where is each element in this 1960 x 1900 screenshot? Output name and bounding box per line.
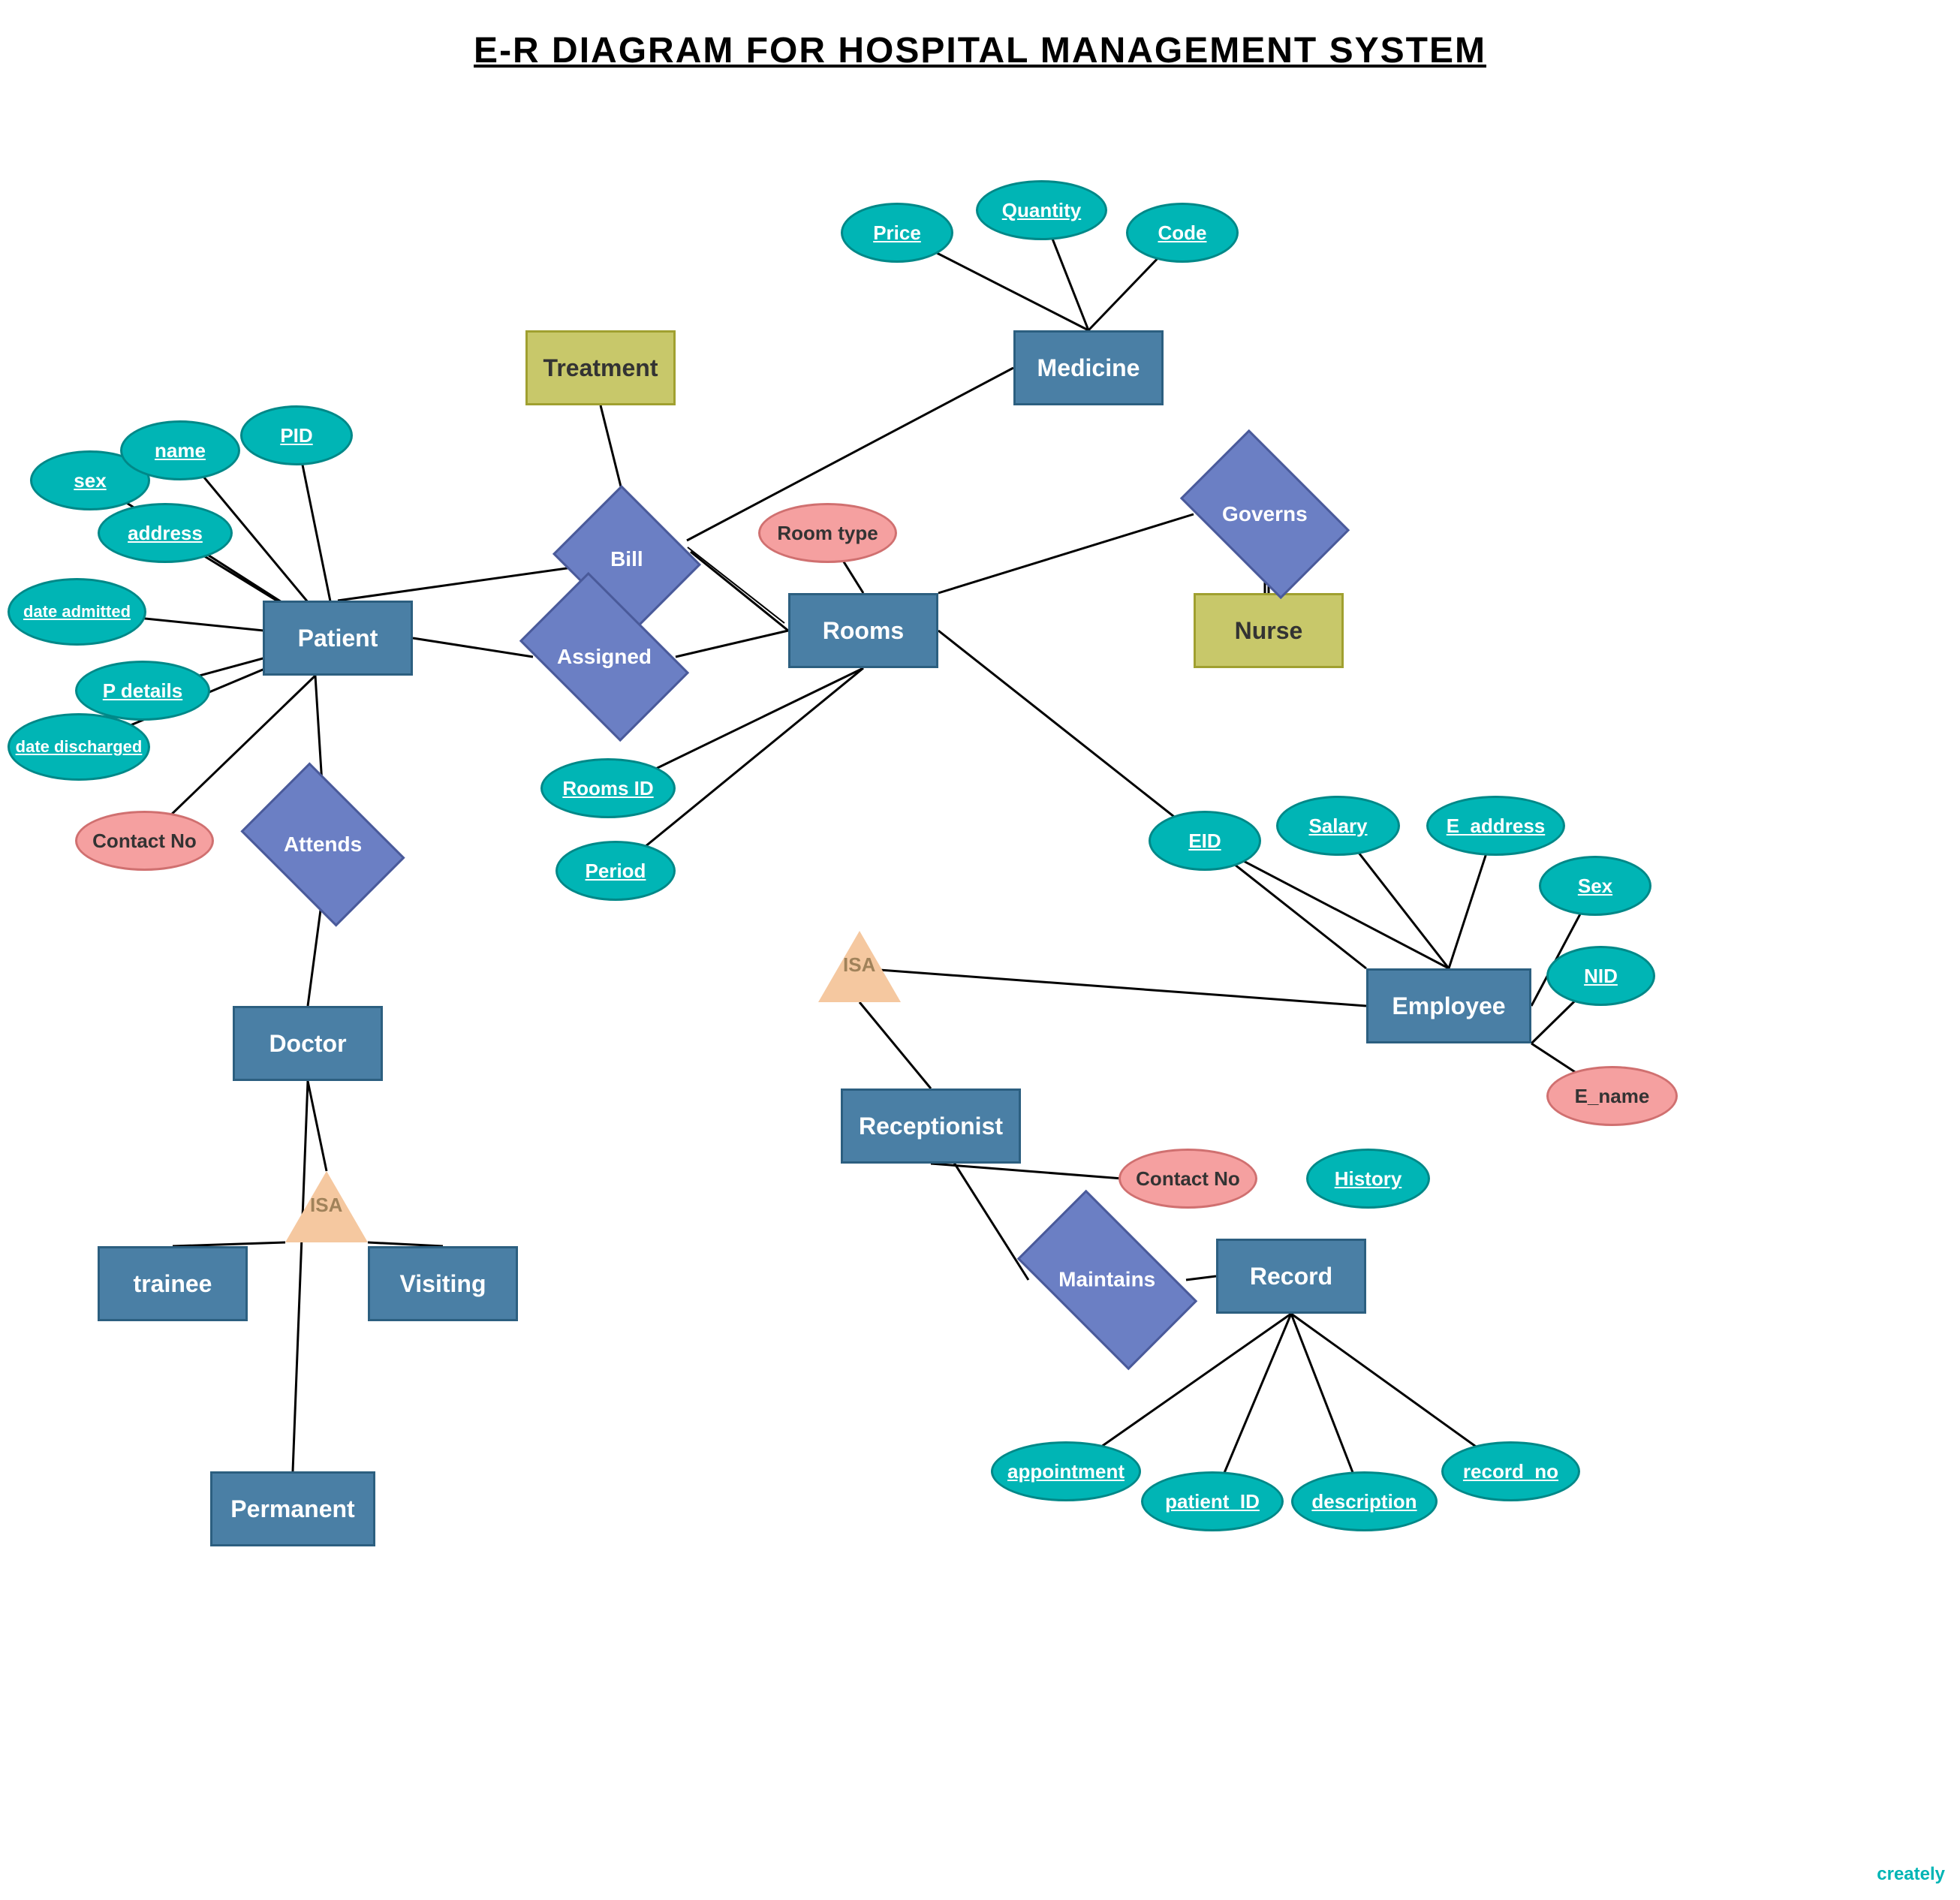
- entity-rooms-label: Rooms: [823, 617, 904, 645]
- attribute-emp-sex-label: Sex: [1578, 875, 1612, 898]
- relationship-maintains-label: Maintains: [1058, 1268, 1155, 1292]
- entity-permanent: Permanent: [210, 1471, 375, 1546]
- isa-employee-triangle: ISA: [818, 931, 901, 1002]
- attribute-pid: PID: [240, 405, 353, 465]
- entity-patient: Patient: [263, 601, 413, 676]
- attribute-salary-label: Salary: [1308, 815, 1367, 838]
- entity-doctor: Doctor: [233, 1006, 383, 1081]
- attribute-eid-label: EID: [1188, 830, 1221, 853]
- attribute-period: Period: [555, 841, 676, 901]
- relationship-assigned-label: Assigned: [557, 645, 652, 669]
- attribute-quantity-label: Quantity: [1002, 199, 1081, 222]
- attribute-record-no: record_no: [1441, 1441, 1580, 1501]
- relationship-assigned: Assigned: [533, 608, 676, 706]
- entity-doctor-label: Doctor: [269, 1030, 346, 1058]
- attribute-code-label: Code: [1158, 221, 1207, 245]
- entity-medicine: Medicine: [1013, 330, 1164, 405]
- relationship-governs-label: Governs: [1222, 502, 1308, 526]
- attribute-contact-no-receptionist: Contact No: [1118, 1149, 1257, 1209]
- attribute-record-no-label: record_no: [1463, 1460, 1558, 1483]
- attribute-patient-id-label: patient_ID: [1165, 1490, 1260, 1513]
- attribute-room-type-label: Room type: [777, 522, 878, 545]
- isa-doctor-label: ISA: [310, 1194, 342, 1217]
- attribute-rooms-id-label: Rooms ID: [562, 777, 653, 800]
- attribute-description-label: description: [1311, 1490, 1417, 1513]
- attribute-name-label: name: [155, 439, 206, 462]
- attribute-quantity: Quantity: [976, 180, 1107, 240]
- attribute-appointment-label: appointment: [1007, 1460, 1125, 1483]
- attribute-date-discharged-label: date discharged: [16, 737, 143, 757]
- attribute-rooms-id: Rooms ID: [540, 758, 676, 818]
- relationship-bill-label: Bill: [610, 547, 643, 571]
- entity-receptionist: Receptionist: [841, 1089, 1021, 1164]
- attribute-emp-sex: Sex: [1539, 856, 1651, 916]
- relationship-maintains: Maintains: [1028, 1231, 1186, 1329]
- attribute-contact-no-patient-label: Contact No: [92, 830, 197, 853]
- attribute-price-label: Price: [873, 221, 921, 245]
- attribute-description: description: [1291, 1471, 1438, 1531]
- attribute-room-type: Room type: [758, 503, 897, 563]
- attribute-nid: NID: [1546, 946, 1655, 1006]
- entity-permanent-label: Permanent: [230, 1495, 354, 1523]
- entity-patient-label: Patient: [298, 625, 378, 652]
- entity-treatment-label: Treatment: [543, 354, 658, 382]
- attribute-e-name: E_name: [1546, 1066, 1678, 1126]
- entity-employee-label: Employee: [1392, 992, 1505, 1020]
- attribute-p-details-label: P details: [103, 679, 182, 703]
- attribute-history-label: History: [1335, 1167, 1402, 1191]
- entity-receptionist-label: Receptionist: [859, 1113, 1003, 1140]
- entity-employee: Employee: [1366, 968, 1531, 1043]
- entity-nurse: Nurse: [1194, 593, 1344, 668]
- attribute-e-address: E_address: [1426, 796, 1565, 856]
- entity-visiting: Visiting: [368, 1246, 518, 1321]
- attribute-name: name: [120, 420, 240, 480]
- entity-rooms: Rooms: [788, 593, 938, 668]
- attribute-address-label: address: [128, 522, 203, 545]
- attribute-salary: Salary: [1276, 796, 1400, 856]
- entity-nurse-label: Nurse: [1235, 617, 1303, 645]
- attribute-history: History: [1306, 1149, 1430, 1209]
- attribute-code: Code: [1126, 203, 1239, 263]
- attribute-nid-label: NID: [1584, 965, 1618, 988]
- attribute-contact-no-receptionist-label: Contact No: [1136, 1167, 1240, 1191]
- entity-treatment: Treatment: [525, 330, 676, 405]
- attribute-date-admitted: date admitted: [8, 578, 146, 646]
- entity-record: Record: [1216, 1239, 1366, 1314]
- attribute-e-address-label: E_address: [1447, 815, 1546, 838]
- attribute-p-details: P details: [75, 661, 210, 721]
- attribute-period-label: Period: [586, 860, 646, 883]
- attribute-e-name-label: E_name: [1575, 1085, 1650, 1108]
- attribute-pid-label: PID: [280, 424, 312, 447]
- relationship-attends-label: Attends: [284, 833, 362, 857]
- entity-medicine-label: Medicine: [1037, 354, 1140, 382]
- relationship-attends: Attends: [255, 796, 390, 893]
- attribute-appointment: appointment: [991, 1441, 1141, 1501]
- attribute-date-discharged: date discharged: [8, 713, 150, 781]
- attribute-contact-no-patient: Contact No: [75, 811, 214, 871]
- watermark: creately: [1877, 1864, 1945, 1885]
- entity-record-label: Record: [1250, 1263, 1332, 1290]
- attribute-date-admitted-label: date admitted: [23, 602, 131, 622]
- relationship-governs: Governs: [1194, 465, 1336, 563]
- isa-doctor-triangle: ISA: [285, 1171, 368, 1242]
- attribute-price: Price: [841, 203, 953, 263]
- entity-visiting-label: Visiting: [400, 1270, 486, 1298]
- entity-trainee: trainee: [98, 1246, 248, 1321]
- attribute-sex-label: sex: [74, 469, 106, 492]
- entity-trainee-label: trainee: [134, 1270, 212, 1298]
- attribute-patient-id: patient_ID: [1141, 1471, 1284, 1531]
- isa-employee-label: ISA: [843, 953, 875, 977]
- attribute-address: address: [98, 503, 233, 563]
- attribute-eid: EID: [1149, 811, 1261, 871]
- page-title: E-R DIAGRAM FOR HOSPITAL MANAGEMENT SYST…: [0, 0, 1960, 71]
